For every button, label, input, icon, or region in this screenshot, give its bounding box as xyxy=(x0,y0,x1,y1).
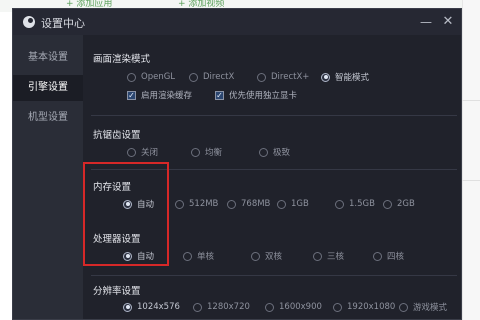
sidebar: 基本设置 引擎设置 机型设置 xyxy=(13,35,83,319)
memory-option-2gb[interactable]: 2GB xyxy=(383,198,415,210)
resolution-option-game-mode[interactable]: 游戏模式 xyxy=(399,301,447,313)
radio-icon xyxy=(383,199,392,209)
background-divider xyxy=(462,180,480,181)
radio-icon xyxy=(335,199,344,209)
radio-checked-icon xyxy=(123,199,132,209)
settings-dialog: 设置中心 — ✕ 基本设置 引擎设置 机型设置 画面渲染模式 OpenGL Di… xyxy=(12,8,462,320)
radio-icon xyxy=(399,302,408,312)
background-add-app-button: + 添加应用 xyxy=(66,0,113,8)
radio-icon xyxy=(313,251,322,261)
resolution-option-1280x720[interactable]: 1280x720 xyxy=(193,301,250,313)
radio-icon xyxy=(277,199,286,209)
aa-option-balanced[interactable]: 均衡 xyxy=(191,146,222,158)
render-mode-title: 画面渲染模式 xyxy=(93,54,151,65)
memory-option-768mb[interactable]: 768MB xyxy=(227,198,270,210)
radio-icon xyxy=(175,199,184,209)
radio-checked-icon xyxy=(321,72,330,82)
radio-icon xyxy=(333,302,342,312)
resolution-option-1600x900[interactable]: 1600x900 xyxy=(265,301,322,313)
memory-option-512mb[interactable]: 512MB xyxy=(175,198,218,210)
minimize-button[interactable]: — xyxy=(417,13,435,31)
radio-icon xyxy=(127,72,136,82)
app-logo-icon xyxy=(23,16,35,28)
sidebar-item-engine-settings[interactable]: 引擎设置 xyxy=(13,75,83,101)
radio-checked-icon xyxy=(123,302,132,312)
sidebar-item-device-settings[interactable]: 机型设置 xyxy=(13,105,83,131)
render-cache-checkbox[interactable]: ✓ 启用渲染缓存 xyxy=(127,89,192,101)
radio-checked-icon xyxy=(123,251,132,261)
radio-icon xyxy=(191,147,200,157)
section-divider xyxy=(91,115,457,116)
cpu-option-auto[interactable]: 自动 xyxy=(123,250,154,262)
engine-settings-panel: 画面渲染模式 OpenGL DirectX DirectX+ 智能模式 ✓ 启用渲… xyxy=(83,35,461,319)
dedicated-gpu-checkbox[interactable]: ✓ 优先使用独立显卡 xyxy=(215,89,297,101)
background-divider xyxy=(462,100,480,101)
memory-option-auto[interactable]: 自动 xyxy=(123,198,154,210)
aa-option-extreme[interactable]: 极致 xyxy=(259,146,290,158)
render-option-smart[interactable]: 智能模式 xyxy=(321,71,369,83)
cpu-option-single-core[interactable]: 单核 xyxy=(183,250,214,262)
section-divider xyxy=(91,169,457,170)
memory-option-1gb[interactable]: 1GB xyxy=(277,198,309,210)
radio-icon xyxy=(183,251,192,261)
radio-icon xyxy=(193,302,202,312)
render-option-directx[interactable]: DirectX xyxy=(189,71,234,83)
aa-option-off[interactable]: 关闭 xyxy=(127,146,158,158)
radio-icon xyxy=(265,302,274,312)
radio-icon xyxy=(227,199,236,209)
resolution-option-1024x576[interactable]: 1024x576 xyxy=(123,301,180,313)
section-divider xyxy=(91,275,457,276)
radio-icon xyxy=(127,147,136,157)
background-panel xyxy=(462,0,480,320)
radio-icon xyxy=(259,147,268,157)
close-button[interactable]: ✕ xyxy=(439,13,457,31)
background-add-video-button: + 添加视频 xyxy=(178,0,225,8)
cpu-settings-title: 处理器设置 xyxy=(93,234,141,245)
radio-icon xyxy=(251,251,260,261)
antialiasing-title: 抗锯齿设置 xyxy=(93,130,141,141)
cpu-option-tri-core[interactable]: 三核 xyxy=(313,250,344,262)
window-title: 设置中心 xyxy=(41,17,85,30)
memory-settings-title: 内存设置 xyxy=(93,182,132,193)
radio-icon xyxy=(257,72,266,82)
checkmark-icon: ✓ xyxy=(215,90,224,100)
resolution-option-1920x1080[interactable]: 1920x1080 xyxy=(333,301,395,313)
cpu-option-quad-core[interactable]: 四核 xyxy=(373,250,404,262)
radio-icon xyxy=(189,72,198,82)
title-bar: 设置中心 — ✕ xyxy=(13,9,461,35)
sidebar-item-basic-settings[interactable]: 基本设置 xyxy=(13,45,83,71)
memory-option-1-5gb[interactable]: 1.5GB xyxy=(335,198,375,210)
checkmark-icon: ✓ xyxy=(127,90,136,100)
cpu-option-dual-core[interactable]: 双核 xyxy=(251,250,282,262)
radio-icon xyxy=(373,251,382,261)
resolution-settings-title: 分辨率设置 xyxy=(93,286,141,297)
render-option-directx-plus[interactable]: DirectX+ xyxy=(257,71,309,83)
render-option-opengl[interactable]: OpenGL xyxy=(127,71,175,83)
